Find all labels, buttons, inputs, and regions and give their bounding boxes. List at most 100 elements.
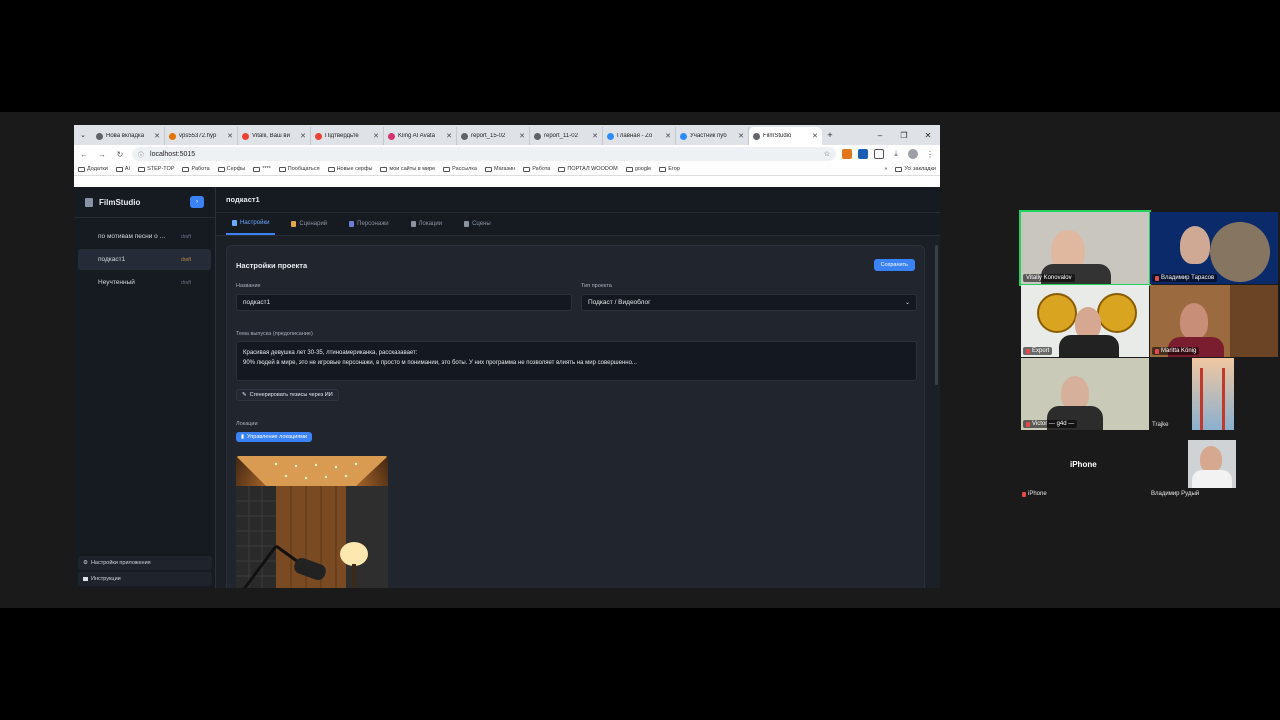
participant-tile[interactable]: Владимир Тарасов [1150, 212, 1278, 284]
tab-favicon-icon [169, 132, 176, 140]
bookmark-item[interactable]: google [625, 166, 651, 172]
location-thumbnail[interactable] [236, 456, 388, 588]
puzzle-extension-icon[interactable] [874, 149, 884, 159]
manage-locations-button[interactable]: ▮ Управление локациями [236, 432, 313, 442]
browser-tab[interactable]: vps55372.hyp ✕ [165, 127, 238, 145]
new-tab-button[interactable]: + [822, 125, 838, 145]
tab-4[interactable]: Сцены [458, 212, 497, 235]
bookmark-item[interactable]: Серфы [217, 166, 246, 172]
tab-label: Персонажи [357, 220, 389, 227]
generate-theses-button[interactable]: ✎ Сгенерировать тезисы через ИИ [236, 389, 339, 401]
bookmark-item[interactable]: Магазин [484, 166, 515, 172]
tab-3[interactable]: Локации [405, 212, 449, 235]
close-window-icon[interactable]: ✕ [916, 125, 940, 145]
tab-close-icon[interactable]: ✕ [154, 132, 160, 140]
participant-tile[interactable]: Export [1021, 285, 1149, 357]
name-input[interactable]: подкаст1 [236, 294, 572, 311]
tab-title: Підтвердьте [325, 133, 359, 139]
tab-favicon-icon [96, 132, 103, 140]
all-bookmarks-label: Усі закладки [904, 166, 936, 172]
tab-close-icon[interactable]: ✕ [738, 132, 744, 140]
participant-tile[interactable]: Vitaliy Konovalov [1019, 210, 1151, 286]
bookmark-item[interactable]: ПОРТАЛ WOODOM [558, 166, 618, 172]
browser-tab[interactable]: Нова вкладка ✕ [92, 127, 165, 145]
topic-textarea[interactable]: Красивая девушка лет 30-35, лтиноамерика… [236, 341, 917, 381]
reload-icon[interactable]: ↻ [114, 150, 126, 159]
participant-name-text: Trajke [1152, 422, 1169, 428]
card-title: Настройки проекта [236, 260, 308, 270]
browser-tab[interactable]: Vitalii, Ваш ви ✕ [238, 127, 311, 145]
app-logo: FilmStudio [99, 197, 141, 207]
sidebar-project-item[interactable]: Неучтенный draft [78, 272, 211, 293]
bookmark-label: Егор [668, 166, 680, 172]
bookmark-item[interactable]: Додатки [78, 166, 108, 172]
browser-tab[interactable]: Главная - Zo ✕ [603, 127, 676, 145]
site-info-icon[interactable]: ⓘ [138, 150, 144, 159]
bookmark-item[interactable]: Работа [523, 166, 550, 172]
tab-close-icon[interactable]: ✕ [519, 132, 525, 140]
bookmark-label: Додатки [87, 166, 108, 172]
tab-favicon-icon [607, 132, 614, 140]
browser-tab[interactable]: Підтвердьте ✕ [311, 127, 384, 145]
bookmark-label: Серфы [226, 166, 246, 172]
bookmark-item[interactable]: STEP-TOP [138, 166, 174, 172]
project-name: подкаст1 [98, 256, 126, 263]
tab-close-icon[interactable]: ✕ [373, 132, 379, 140]
participant-tile[interactable]: Trajke [1150, 358, 1278, 430]
tab-close-icon[interactable]: ✕ [300, 132, 306, 140]
instructions-button[interactable]: Инструкции [78, 572, 212, 586]
project-type-select[interactable]: Подкаст / Видеоблог ⌄ [581, 294, 917, 311]
tab-label: Сценарий [299, 220, 328, 227]
generate-theses-label: Сгенерировать тезисы через ИИ [249, 392, 333, 398]
manage-locations-label: Управление локациями [247, 434, 308, 440]
tab-close-icon[interactable]: ✕ [665, 132, 671, 140]
tab-close-icon[interactable]: ✕ [446, 132, 452, 140]
back-icon[interactable]: ← [78, 150, 90, 159]
scrollbar[interactable] [935, 245, 938, 385]
all-bookmarks[interactable]: Усі закладки [895, 166, 936, 172]
tab-close-icon[interactable]: ✕ [812, 132, 818, 140]
tab-close-icon[interactable]: ✕ [592, 132, 598, 140]
extension-icon[interactable] [858, 149, 868, 159]
bookmark-item[interactable]: мои сайты в мире [380, 166, 435, 172]
bookmark-label: STEP-TOP [147, 166, 175, 172]
bookmark-items: Додатки AI STEP-TOP Работа Серфы **** Пообщать… [78, 166, 876, 172]
address-bar[interactable]: ⓘ localhost:5015 ☆ [132, 147, 836, 161]
bookmark-star-icon[interactable]: ☆ [824, 150, 830, 158]
app-settings-button[interactable]: ⚙ Настройки приложения [78, 556, 212, 570]
save-button[interactable]: Сохранить [873, 259, 915, 271]
minimize-icon[interactable]: – [868, 125, 892, 145]
menu-icon[interactable]: ⋮ [924, 150, 936, 159]
metamask-extension-icon[interactable] [842, 149, 852, 159]
tab-search-icon[interactable]: ⌄ [74, 125, 92, 145]
sidebar-project-item[interactable]: по мотивам песни о ... draft [78, 226, 211, 247]
browser-tab[interactable]: Участник пуб ✕ [676, 127, 749, 145]
browser-tab[interactable]: report_15-02 ✕ [457, 127, 530, 145]
bookmark-item[interactable]: AI [115, 166, 130, 172]
maximize-icon[interactable]: ❐ [892, 125, 916, 145]
tab-2[interactable]: Персонажи [343, 212, 394, 235]
bookmark-item[interactable]: Рассылка [443, 166, 477, 172]
browser-tab[interactable]: report_11-02 ✕ [530, 127, 603, 145]
profile-avatar-icon[interactable] [908, 149, 918, 159]
browser-tab[interactable]: Kling AI Avata ✕ [384, 127, 457, 145]
rudyi-avatar[interactable] [1188, 440, 1236, 488]
tab-close-icon[interactable]: ✕ [227, 132, 233, 140]
bookmarks-overflow-icon[interactable]: » [884, 166, 887, 172]
participant-tile[interactable]: Maritta König [1150, 285, 1278, 357]
collapse-sidebar-button[interactable]: › [190, 196, 204, 208]
bookmark-item[interactable]: **** [253, 166, 271, 172]
bookmark-item[interactable]: Пообщаться [278, 166, 320, 172]
participant-tile[interactable]: Victor — g4d — [1021, 358, 1149, 430]
bookmark-item[interactable]: Работа [182, 166, 210, 172]
sidebar-project-item[interactable]: подкаст1 draft [78, 249, 211, 270]
download-icon[interactable]: ⤓ [890, 149, 902, 159]
forward-icon[interactable]: → [96, 150, 108, 159]
tab-favicon-icon [315, 132, 322, 140]
browser-tab[interactable]: FilmStudio ✕ [749, 127, 822, 145]
bookmark-item[interactable]: Егор [659, 166, 680, 172]
iphone-participant[interactable]: iPhone [1022, 491, 1047, 497]
bookmark-item[interactable]: Новые серфы [327, 166, 372, 172]
tab-1[interactable]: Сценарий [285, 212, 333, 235]
tab-0[interactable]: Настройки [226, 212, 276, 235]
